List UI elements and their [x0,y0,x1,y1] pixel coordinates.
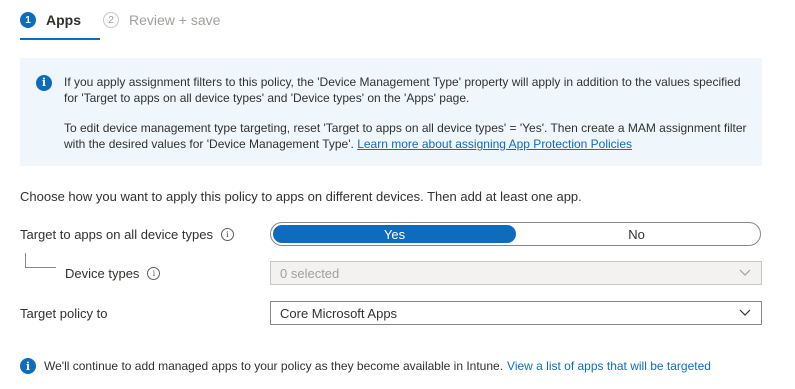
step-number-badge: 1 [20,12,36,28]
dropdown-value: Core Microsoft Apps [280,305,398,321]
target-policy-dropdown[interactable]: Core Microsoft Apps [270,301,762,325]
target-all-label: Target to apps on all device types [20,227,213,242]
toggle-option-yes[interactable]: Yes [273,225,516,243]
info-icon: i [20,358,36,374]
view-apps-link[interactable]: View a list of apps that will be targete… [507,359,711,373]
footer-note: i We'll continue to add managed apps to … [20,358,711,374]
step-apps[interactable]: 1 Apps [20,12,81,28]
learn-more-link[interactable]: Learn more about assigning App Protectio… [357,137,632,151]
target-all-toggle[interactable]: Yes No [270,222,761,246]
banner-paragraph: If you apply assignment filters to this … [64,75,741,105]
active-step-indicator [20,38,100,40]
chevron-down-icon [739,269,751,276]
dropdown-value: 0 selected [280,265,340,281]
banner-paragraph: To edit device management type targeting… [64,120,748,152]
info-tooltip-icon[interactable]: i [147,267,161,280]
info-banner: i If you apply assignment filters to thi… [20,58,762,166]
device-types-label: Device types [65,266,140,281]
target-policy-label: Target policy to [20,306,108,321]
step-number-badge: 2 [103,12,119,28]
target-policy-label-row: Target policy to [20,306,107,321]
instruction-text: Choose how you want to apply this policy… [20,189,582,204]
chevron-down-icon [739,309,751,316]
tree-connector [25,253,56,268]
target-all-label-row: Target to apps on all device types i [20,227,234,242]
info-icon: i [36,75,52,91]
wizard-stepper: 1 Apps 2 Review + save [20,8,760,40]
step-label: Apps [46,12,81,28]
device-types-dropdown: 0 selected [270,261,762,285]
device-types-label-row: Device types i [65,266,161,281]
info-tooltip-icon[interactable]: i [220,228,234,241]
step-review-save[interactable]: 2 Review + save [103,12,220,28]
step-label: Review + save [129,12,221,28]
footer-text: We'll continue to add managed apps to yo… [44,359,504,373]
toggle-option-no[interactable]: No [515,225,758,243]
